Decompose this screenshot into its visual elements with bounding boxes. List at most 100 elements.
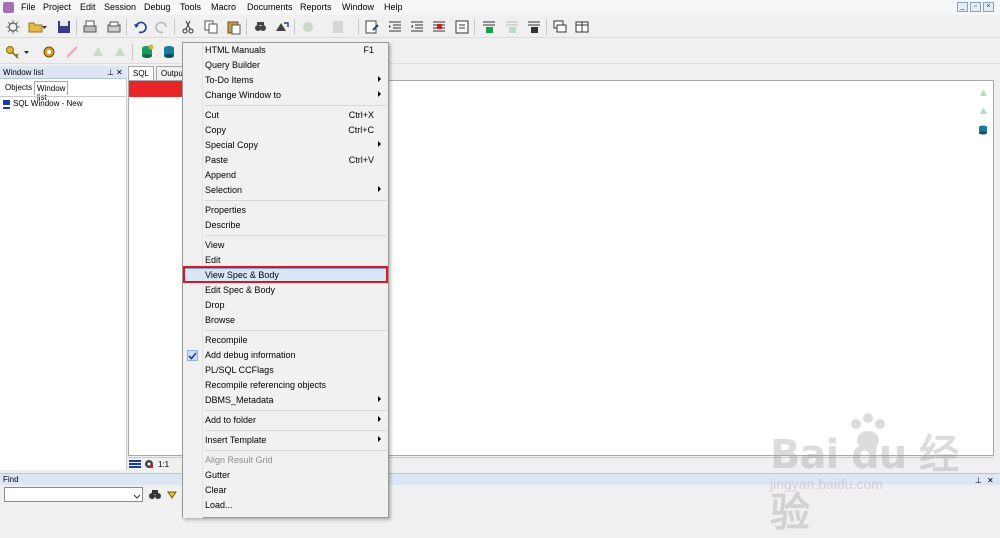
outdent-icon[interactable] [409, 19, 425, 35]
comment-icon[interactable] [431, 19, 447, 35]
menu-reports[interactable]: Reports [300, 2, 332, 12]
rollback-disabled-icon[interactable] [112, 44, 128, 60]
minimize-button[interactable]: _ [957, 2, 968, 12]
ctx-item-special-copy[interactable]: Special Copy [183, 138, 388, 153]
ctx-label: DBMS_Metadata [205, 395, 274, 405]
ctx-item-todo-items[interactable]: To-Do Items [183, 73, 388, 88]
undo-icon[interactable] [132, 19, 148, 35]
find-close-icon[interactable]: ✕ [987, 476, 994, 485]
ctx-item-dbms-metadata[interactable]: DBMS_Metadata [183, 393, 388, 408]
restore-button[interactable]: ▫ [970, 2, 981, 12]
key-dropdown-icon[interactable] [24, 44, 30, 60]
tab-sql[interactable]: SQL [128, 66, 155, 80]
ctx-item-cut[interactable]: Cut Ctrl+X [183, 108, 388, 123]
indent-icon[interactable] [387, 19, 403, 35]
ctx-item-plsql-ccflags[interactable]: PL/SQL CCFlags [183, 363, 388, 378]
submenu-arrow-icon [378, 76, 381, 82]
execute-disabled-icon[interactable] [300, 19, 316, 35]
ctx-separator [205, 105, 387, 106]
ctx-label: Recompile [205, 335, 248, 345]
ctx-item-properties[interactable]: Properties [183, 203, 388, 218]
menu-edit[interactable]: Edit [80, 2, 96, 12]
find-next-icon[interactable] [167, 491, 177, 501]
tab-output[interactable]: Output [156, 66, 184, 80]
ctx-item-recompile-referencing[interactable]: Recompile referencing objects [183, 378, 388, 393]
checkmark-icon [187, 350, 198, 361]
ctx-item-change-window-to[interactable]: Change Window to [183, 88, 388, 103]
bookmark-prev-icon[interactable] [526, 19, 542, 35]
tab-objects[interactable]: Objects [3, 81, 34, 95]
submenu-arrow-icon [378, 396, 381, 402]
ctx-label: Insert Template [205, 435, 267, 445]
commit-disabled-icon[interactable] [90, 44, 106, 60]
menu-debug[interactable]: Debug [144, 2, 171, 12]
print-setup-icon[interactable] [106, 19, 122, 35]
gear-icon[interactable] [41, 44, 57, 60]
arrow-down-disabled-icon[interactable] [979, 106, 988, 117]
menu-bar: File Project Edit Session Debug Tools Ma… [0, 0, 1000, 15]
menu-session[interactable]: Session [104, 2, 136, 12]
database-small-icon[interactable] [977, 124, 989, 138]
ctx-item-view[interactable]: View [183, 238, 388, 253]
ctx-label: Copy [205, 125, 227, 135]
ctx-item-gutter[interactable]: Gutter [183, 468, 388, 483]
arrow-up-disabled-icon[interactable] [979, 88, 988, 99]
cursor-position: 1:1 [158, 460, 170, 469]
find-binoculars-icon[interactable] [149, 489, 161, 502]
menu-macro[interactable]: Macro [211, 2, 236, 12]
copy-icon[interactable] [203, 19, 219, 35]
bookmark-icon[interactable] [481, 19, 497, 35]
menu-help[interactable]: Help [384, 2, 403, 12]
menu-documents[interactable]: Documents [247, 2, 293, 12]
cut-icon[interactable] [180, 19, 196, 35]
ctx-item-append[interactable]: Append [183, 168, 388, 183]
app-icon[interactable] [3, 2, 14, 13]
pin-icon[interactable]: ⊥ [107, 68, 114, 77]
ctx-item-copy[interactable]: Copy Ctrl+C [183, 123, 388, 138]
print-icon[interactable] [82, 19, 98, 35]
break-disabled-icon[interactable] [330, 19, 346, 35]
tab-window-list[interactable]: Window list [34, 81, 69, 102]
close-button[interactable]: × [983, 2, 994, 12]
edit-document-icon[interactable] [364, 19, 380, 35]
redo-icon[interactable] [154, 19, 170, 35]
ctx-item-insert-template[interactable]: Insert Template [183, 433, 388, 448]
database-icon[interactable] [139, 44, 155, 60]
wand-disabled-icon[interactable] [64, 44, 80, 60]
ctx-item-selection[interactable]: Selection [183, 183, 388, 198]
paste-icon[interactable] [226, 19, 242, 35]
find-dropdown-icon[interactable] [133, 492, 141, 502]
ctx-item-edit-spec-body[interactable]: Edit Spec & Body [183, 283, 388, 298]
tile-windows-icon[interactable] [574, 19, 590, 35]
ctx-item-describe[interactable]: Describe [183, 218, 388, 233]
ctx-item-add-to-folder[interactable]: Add to folder [183, 413, 388, 428]
windows-icon[interactable] [552, 19, 568, 35]
ctx-item-load[interactable]: Load... [183, 498, 388, 513]
close-panel-icon[interactable]: ✕ [116, 68, 123, 77]
menu-file[interactable]: File [21, 2, 36, 12]
bookmark-next-disabled-icon[interactable] [504, 19, 520, 35]
new-icon[interactable] [5, 19, 21, 35]
ctx-item-html-manuals[interactable]: HTML Manuals F1 [183, 43, 388, 58]
replace-icon[interactable] [274, 19, 290, 35]
find-icon[interactable] [252, 19, 268, 35]
ctx-item-paste[interactable]: Paste Ctrl+V [183, 153, 388, 168]
session-database-icon[interactable] [161, 44, 177, 60]
uncomment-icon[interactable] [454, 19, 470, 35]
ctx-item-query-builder[interactable]: Query Builder [183, 58, 388, 73]
find-input[interactable] [4, 487, 143, 502]
menu-project[interactable]: Project [43, 2, 71, 12]
save-icon[interactable] [56, 19, 72, 35]
menu-window[interactable]: Window [342, 2, 374, 12]
menu-tools[interactable]: Tools [180, 2, 201, 12]
ctx-item-add-debug-information[interactable]: Add debug information [183, 348, 388, 363]
ctx-separator [205, 410, 387, 411]
ctx-item-drop[interactable]: Drop [183, 298, 388, 313]
ctx-item-align-result-grid[interactable]: Align Result Grid [183, 453, 388, 468]
ctx-item-browse[interactable]: Browse [183, 313, 388, 328]
key-icon[interactable] [5, 44, 21, 60]
ctx-item-clear[interactable]: Clear [183, 483, 388, 498]
window-list-item-sql-window[interactable]: SQL Window - New [3, 99, 83, 108]
ctx-label: Drop [205, 300, 225, 310]
ctx-item-recompile[interactable]: Recompile [183, 333, 388, 348]
